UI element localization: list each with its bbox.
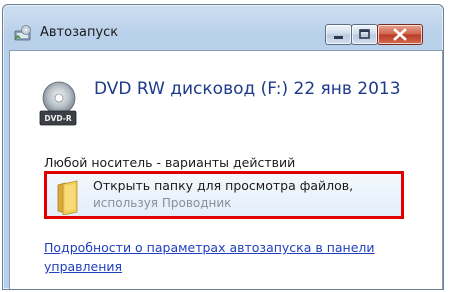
maximize-icon	[359, 29, 370, 39]
action-open-folder[interactable]: Открыть папку для просмотра файлов, испо…	[44, 171, 404, 219]
minimize-button[interactable]	[325, 24, 352, 45]
folder-icon	[57, 180, 78, 215]
dvd-icon-label: DVD-R	[44, 114, 72, 123]
minimize-icon	[334, 36, 343, 39]
autoplay-settings-link[interactable]: Подробности о параметрах автозапуска в п…	[44, 238, 424, 276]
window-title: Автозапуск	[40, 25, 119, 40]
action-title: Открыть папку для просмотра файлов,	[93, 178, 354, 193]
action-subtitle: используя Проводник	[93, 196, 232, 210]
autoplay-window: Автозапуск DVD-R DVD RW дисковод (F:) 22…	[2, 4, 444, 290]
close-button[interactable]	[377, 24, 423, 45]
autoplay-app-icon	[14, 25, 31, 41]
title-bar[interactable]: Автозапуск	[3, 5, 443, 45]
drive-title: DVD RW дисковод (F:) 22 янв 2013	[94, 79, 401, 99]
section-heading: Любой носитель - варианты действий	[44, 155, 296, 170]
close-icon	[393, 28, 407, 41]
maximize-button[interactable]	[351, 24, 378, 45]
window-content: DVD-R DVD RW дисковод (F:) 22 янв 2013 Л…	[9, 50, 443, 289]
dvd-drive-icon: DVD-R	[39, 81, 77, 126]
